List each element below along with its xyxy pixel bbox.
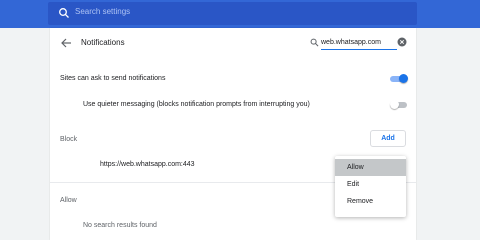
blocked-site-url: https://web.whatsapp.com:443 — [100, 161, 195, 168]
filter-underline — [321, 49, 397, 50]
site-filter[interactable]: web.whatsapp.com — [310, 36, 407, 50]
quieter-messaging-label: Use quieter messaging (blocks notificati… — [83, 101, 310, 108]
search-icon — [310, 38, 319, 47]
add-block-button[interactable]: Add — [370, 130, 406, 147]
top-bar: Search settings — [0, 0, 480, 28]
clear-icon[interactable] — [397, 37, 407, 47]
menu-item-edit[interactable]: Edit — [335, 176, 406, 193]
quieter-messaging-toggle[interactable] — [390, 100, 407, 109]
site-action-menu: Allow Edit Remove — [335, 156, 406, 217]
menu-item-remove[interactable]: Remove — [335, 193, 406, 210]
search-settings-box[interactable]: Search settings — [48, 2, 417, 25]
back-arrow-icon[interactable] — [60, 37, 72, 49]
sites-can-ask-toggle[interactable] — [390, 74, 408, 83]
sites-can-ask-label: Sites can ask to send notifications — [60, 75, 166, 82]
block-section-label: Block — [60, 136, 78, 143]
allow-section-label: Allow — [60, 197, 77, 204]
no-results-text: No search results found — [83, 222, 157, 229]
toggle-knob — [390, 100, 399, 109]
menu-item-allow[interactable]: Allow — [335, 159, 406, 176]
page-title: Notifications — [81, 38, 125, 47]
toggle-knob — [399, 74, 408, 83]
site-filter-input[interactable]: web.whatsapp.com — [321, 39, 381, 46]
search-placeholder: Search settings — [75, 7, 131, 16]
search-icon — [59, 8, 69, 18]
